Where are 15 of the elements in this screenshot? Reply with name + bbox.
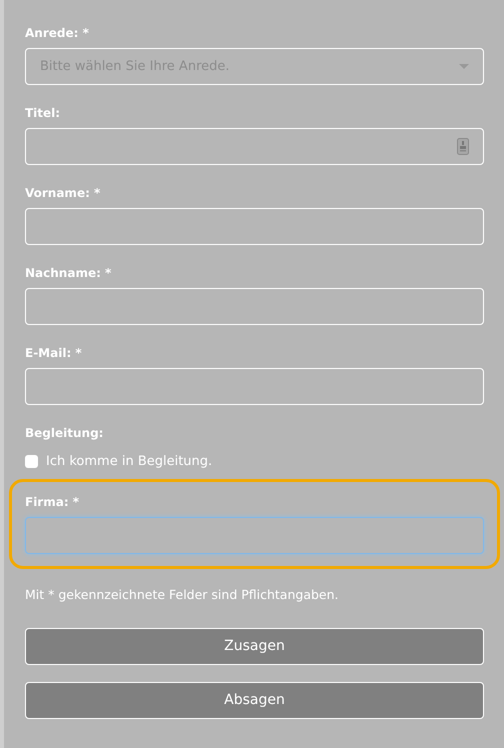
submit-button[interactable]: Absagen [25, 682, 484, 720]
submit-button[interactable]: Zusagen [25, 628, 484, 666]
checkbox-label[interactable]: Ich komme in Begleitung. [46, 452, 212, 472]
caret-icon [459, 64, 469, 69]
field-label: Firma: * [25, 494, 80, 510]
field-label: E-Mail: * [25, 345, 82, 362]
form-note: Mit * gekennzeichnete Felder sind Pflichtangaben. [25, 586, 340, 604]
field-label: Anrede: * [25, 25, 89, 42]
contact-card-icon[interactable] [457, 138, 469, 155]
field-label: Vorname: * [25, 185, 100, 202]
checkbox[interactable] [25, 455, 38, 468]
input-field[interactable] [25, 516, 484, 554]
field-label: Nachname: * [25, 265, 112, 282]
field-label: Titel: [25, 105, 60, 122]
field-label: Begleitung: [25, 425, 104, 442]
